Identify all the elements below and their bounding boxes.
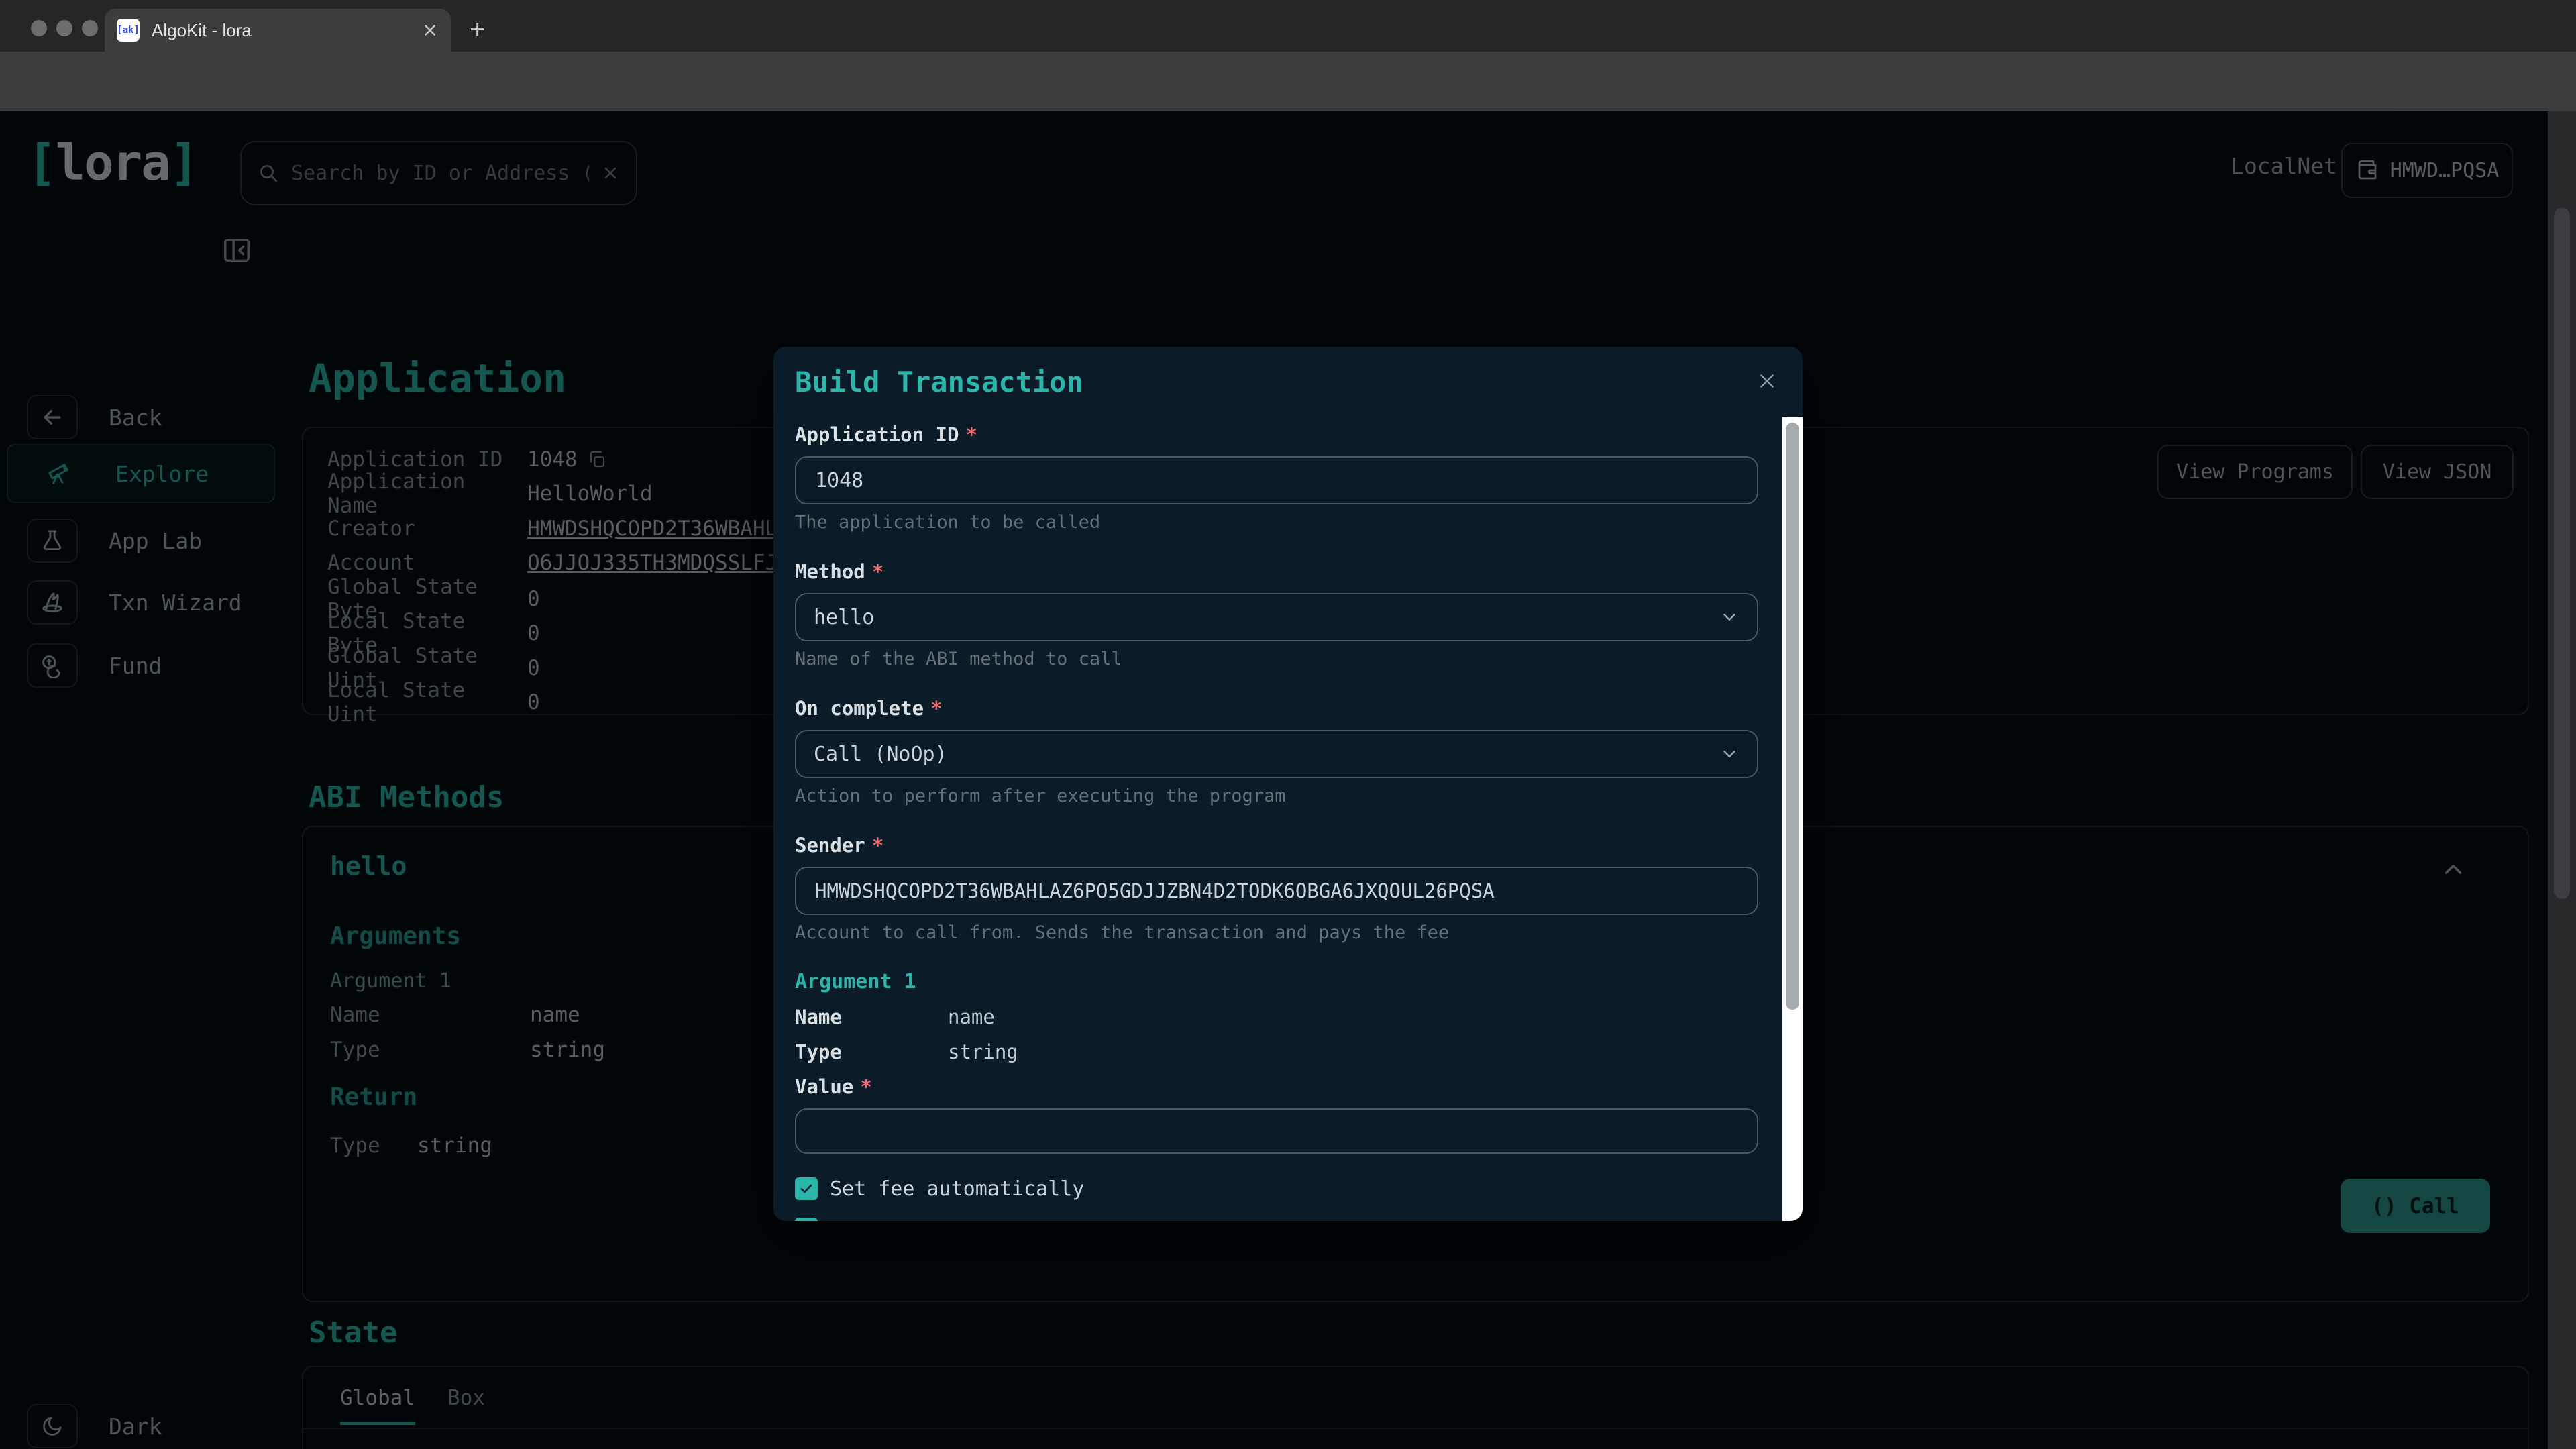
modal-scrollbar-thumb[interactable] xyxy=(1786,423,1799,1010)
new-tab-button[interactable]: + xyxy=(470,15,485,45)
modal-arg-row: Name name xyxy=(795,1005,1758,1029)
field-helper: The application to be called xyxy=(795,513,1758,533)
checkbox-label: Set fee automatically xyxy=(830,1177,1084,1201)
window-close-button[interactable] xyxy=(31,20,47,36)
method-select[interactable]: hello xyxy=(795,593,1758,641)
modal-arg-row: Type string xyxy=(795,1040,1758,1064)
partial-checkbox-row[interactable] xyxy=(795,1217,1758,1221)
field-method: Method* hello Name of the ABI method to … xyxy=(795,559,1758,669)
field-application-id: Application ID* The application to be ca… xyxy=(795,423,1758,533)
modal-body: Application ID* The application to be ca… xyxy=(773,417,1782,1221)
browser-tab-strip: [ak] AlgoKit - lora + xyxy=(0,0,2576,52)
field-helper: Action to perform after executing the pr… xyxy=(795,786,1758,806)
chevron-down-icon xyxy=(1719,744,1739,764)
field-value-label: Value* xyxy=(795,1075,1758,1099)
page-scrollbar-thumb[interactable] xyxy=(2554,208,2570,899)
value-input[interactable] xyxy=(795,1108,1758,1154)
field-sender: Sender* Account to call from. Sends the … xyxy=(795,833,1758,943)
checkbox-checked-icon[interactable] xyxy=(795,1177,818,1200)
build-transaction-modal: Build Transaction Application ID* The ap… xyxy=(773,347,1803,1221)
tab-title: AlgoKit - lora xyxy=(152,20,421,41)
required-asterisk: * xyxy=(872,560,883,583)
page-scrollbar[interactable] xyxy=(2548,111,2576,1449)
close-icon[interactable] xyxy=(1756,370,1778,392)
modal-scrollbar[interactable] xyxy=(1782,417,1803,1221)
browser-tab[interactable]: [ak] AlgoKit - lora xyxy=(105,9,451,52)
browser-toolbar: lora.algokit.io/localnet/application/104… xyxy=(0,52,2576,111)
set-fee-checkbox-row[interactable]: Set fee automatically xyxy=(795,1177,1758,1201)
modal-argument-title: Argument 1 xyxy=(795,970,1758,994)
required-asterisk: * xyxy=(930,697,942,720)
required-asterisk: * xyxy=(965,423,977,446)
tab-close-icon[interactable] xyxy=(421,21,439,39)
tab-favicon-icon: [ak] xyxy=(117,19,140,42)
screen: [ak] AlgoKit - lora + lora.algokit.io/lo… xyxy=(0,0,2576,1449)
modal-title: Build Transaction xyxy=(795,366,1083,398)
sender-input[interactable] xyxy=(795,867,1758,915)
field-helper: Name of the ABI method to call xyxy=(795,649,1758,669)
application-id-input[interactable] xyxy=(795,456,1758,504)
required-asterisk: * xyxy=(872,834,883,857)
chevron-down-icon xyxy=(1719,607,1739,627)
window-zoom-button[interactable] xyxy=(82,20,98,36)
field-on-complete: On complete* Call (NoOp) Action to perfo… xyxy=(795,696,1758,806)
on-complete-select[interactable]: Call (NoOp) xyxy=(795,730,1758,778)
window-minimize-button[interactable] xyxy=(56,20,72,36)
required-asterisk: * xyxy=(860,1075,871,1098)
field-helper: Account to call from. Sends the transact… xyxy=(795,923,1758,943)
checkbox-icon[interactable] xyxy=(795,1218,818,1221)
